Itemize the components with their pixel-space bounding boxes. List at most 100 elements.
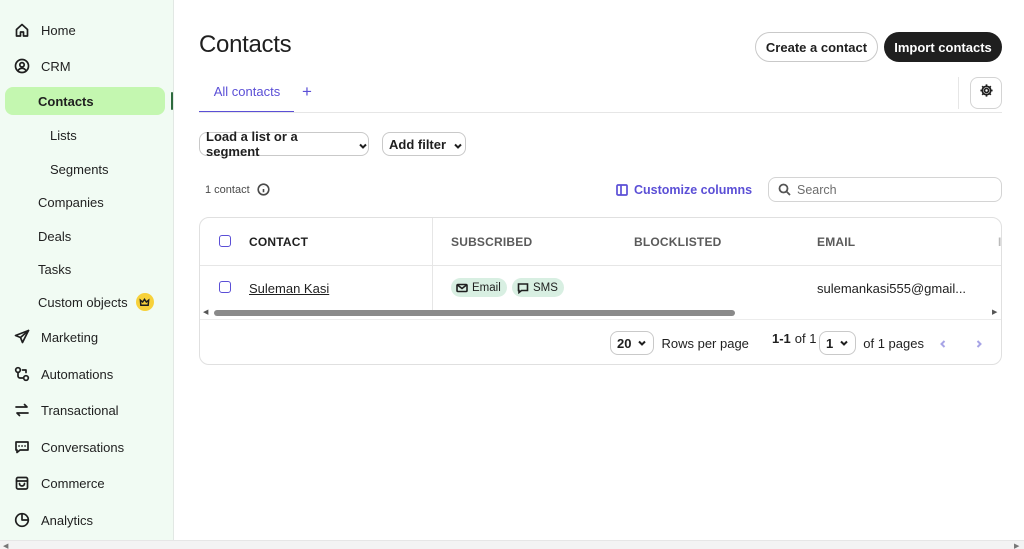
sidebar-item-conversations[interactable]: Conversations	[5, 433, 165, 461]
table-row: Suleman Kasi Email SMS sulemankasi555@gm…	[200, 266, 1001, 312]
columns-icon	[616, 184, 628, 196]
sidebar-item-label: CRM	[41, 58, 71, 74]
bag-icon	[13, 474, 31, 492]
sidebar-item-commerce[interactable]: Commerce	[5, 469, 165, 497]
rows-per-page-label: Rows per page	[661, 335, 749, 351]
chevron-down-icon	[453, 139, 463, 149]
scroll-left-arrow[interactable]: ◀	[203, 308, 208, 316]
divider	[958, 77, 959, 109]
chevron-down-icon	[358, 139, 368, 149]
tab-label: All contacts	[213, 84, 281, 99]
dropdown-label: Load a list or a segment	[206, 129, 298, 159]
table-footer-divider	[200, 319, 1001, 320]
sidebar-item-automations[interactable]: Automations	[5, 360, 165, 388]
sidebar-item-label: Segments	[50, 161, 109, 177]
sidebar-item-label: Commerce	[41, 475, 105, 491]
sidebar: Home CRM Contacts Lists Segments Compani…	[0, 0, 174, 540]
active-indicator	[171, 92, 173, 110]
tabs-divider	[199, 112, 1002, 113]
sidebar-item-deals[interactable]: Deals	[5, 222, 165, 250]
row-checkbox[interactable]	[219, 281, 231, 293]
sidebar-item-transactional[interactable]: Transactional	[5, 396, 165, 424]
home-icon	[13, 21, 31, 39]
automation-icon	[13, 365, 31, 383]
previous-page-button[interactable]	[938, 336, 950, 350]
sidebar-item-segments[interactable]: Segments	[5, 155, 165, 183]
page-scrollbar[interactable]: ◀ ▶	[0, 540, 1024, 549]
sidebar-item-custom-objects[interactable]: Custom objects	[5, 288, 165, 316]
contact-count-label: 1 contact	[205, 183, 250, 196]
user-circle-icon	[13, 57, 31, 75]
chevron-left-icon	[940, 340, 946, 348]
sidebar-item-contacts[interactable]: Contacts	[5, 87, 165, 115]
sidebar-item-label: Companies	[38, 194, 104, 210]
sidebar-item-home[interactable]: Home	[5, 16, 165, 44]
column-header-subscribed[interactable]: SUBSCRIBED	[451, 235, 532, 249]
contact-name-link[interactable]: Suleman Kasi	[249, 281, 329, 296]
scrollbar-thumb[interactable]	[214, 310, 735, 316]
column-header-blocklisted[interactable]: BLOCKLISTED	[634, 235, 722, 249]
contact-email: sulemankasi555@gmail...	[817, 281, 967, 296]
pie-chart-icon	[13, 511, 31, 529]
column-header-email[interactable]: EMAIL	[817, 235, 855, 249]
sidebar-item-crm[interactable]: CRM	[5, 52, 165, 80]
column-header-next: I	[998, 235, 1002, 249]
dropdown-label: Add filter	[389, 136, 447, 152]
scroll-right-arrow[interactable]: ▶	[1014, 542, 1019, 549]
contacts-table: CONTACT SUBSCRIBED BLOCKLISTED EMAIL I S…	[199, 217, 1002, 365]
subscribed-email-tag: Email	[451, 278, 507, 297]
sidebar-item-label: Tasks	[38, 261, 72, 277]
customize-columns-button[interactable]: Customize columns	[616, 183, 752, 197]
tab-all-contacts[interactable]: All contacts	[200, 84, 294, 112]
rows-per-page: 20 Rows per page	[610, 331, 749, 355]
table-scrollbar[interactable]: ◀ ▶	[200, 308, 1001, 317]
sidebar-item-label: Lists	[50, 127, 77, 143]
search-input[interactable]	[797, 182, 987, 197]
add-tab-button[interactable]: +	[302, 82, 312, 102]
next-page-button[interactable]	[974, 336, 986, 350]
sidebar-item-label: Analytics	[41, 512, 94, 528]
import-contacts-button[interactable]: Import contacts	[884, 32, 1002, 62]
mail-icon	[456, 283, 468, 292]
range-label: 1-1	[772, 331, 791, 346]
arrows-swap-icon	[13, 401, 31, 419]
search-icon	[778, 183, 791, 196]
sidebar-item-tasks[interactable]: Tasks	[5, 255, 165, 283]
sidebar-item-label: Contacts	[38, 93, 94, 109]
subscribed-sms-tag: SMS	[512, 278, 564, 297]
sidebar-item-label: Marketing	[41, 329, 99, 345]
contact-count: 1 contact	[205, 183, 270, 196]
sidebar-item-companies[interactable]: Companies	[5, 188, 165, 216]
gear-icon	[979, 83, 994, 103]
page-value: 1	[826, 335, 834, 351]
scroll-left-arrow[interactable]: ◀	[3, 542, 8, 549]
scroll-right-arrow[interactable]: ▶	[992, 308, 997, 316]
page-select[interactable]: 1	[819, 331, 857, 355]
load-list-segment-dropdown[interactable]: Load a list or a segment	[199, 129, 369, 159]
range-total: of 1	[794, 331, 817, 346]
rows-per-page-value: 20	[617, 335, 632, 351]
sidebar-item-analytics[interactable]: Analytics	[5, 506, 165, 534]
page-selector: 1 of 1 pages	[819, 331, 924, 355]
search-box[interactable]	[768, 177, 1002, 202]
sidebar-item-label: Conversations	[41, 439, 125, 455]
pages-label: of 1 pages	[863, 335, 924, 351]
chat-icon	[13, 438, 31, 456]
sidebar-item-lists[interactable]: Lists	[5, 121, 165, 149]
chevron-down-icon	[638, 340, 647, 346]
create-contact-button[interactable]: Create a contact	[755, 32, 878, 62]
info-icon[interactable]	[257, 183, 270, 196]
crown-icon	[135, 293, 154, 311]
sidebar-item-label: Custom objects	[38, 294, 128, 310]
sidebar-item-label: Deals	[38, 228, 72, 244]
rows-per-page-select[interactable]: 20	[610, 331, 655, 355]
pagination-range: 1-1 of 1	[772, 331, 816, 346]
sidebar-item-marketing[interactable]: Marketing	[5, 323, 165, 351]
chevron-right-icon	[976, 340, 982, 348]
sidebar-item-label: Home	[41, 22, 76, 38]
settings-button[interactable]	[970, 77, 1002, 109]
chevron-down-icon	[840, 340, 848, 346]
select-all-checkbox[interactable]	[219, 235, 231, 247]
column-header-contact[interactable]: CONTACT	[249, 235, 308, 249]
add-filter-dropdown[interactable]: Add filter	[382, 132, 466, 156]
